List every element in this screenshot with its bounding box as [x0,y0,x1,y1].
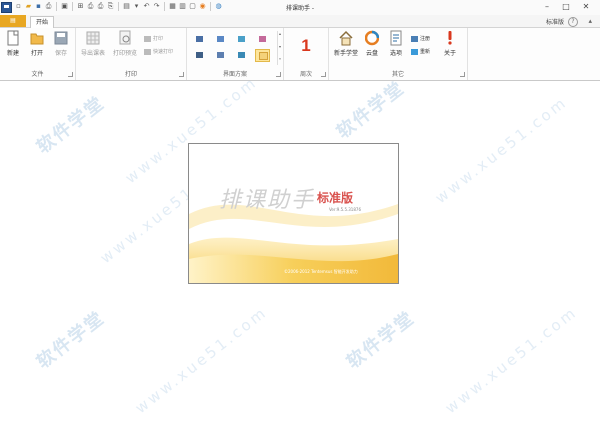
scheme-swatch [259,36,266,42]
cloud-label: 云盘 [365,50,378,57]
cloud-disk-icon [365,30,379,46]
watermark-url: www.xue51.com [431,92,571,208]
watermark-url: www.xue51.com [441,302,581,418]
file-menu-button[interactable]: ▤ [0,15,26,27]
house-icon [339,30,353,46]
other-group: 新手学堂 云盘 选项 注册 重新 关于 其它 [329,28,468,80]
new-button[interactable]: 新建 [2,30,24,64]
splash-app-title: 排课助手 [219,188,316,213]
quick-print-button[interactable]: 快速打印 [144,48,173,57]
watermark-text: 软件学堂 [32,307,109,374]
export-table-icon [86,31,100,45]
scheme-swatch [217,36,224,42]
print-label: 打印 [153,36,164,42]
update-icon [411,48,418,55]
minimize-button[interactable]: – [540,1,554,13]
scheme-option-7[interactable] [235,50,248,61]
about-button[interactable]: 关于 [439,30,461,64]
options-icon [390,30,402,46]
ribbon-collapse-icon[interactable]: ▴ [588,17,592,25]
watermark-url: www.xue51.com [131,302,271,418]
scheme-group: ▴ ▾ ▿ 界面方案 [187,28,284,80]
title-bar: ▫ ▰ ▪ ⎙ ▣ ⊞ ⎙ ⎙ ⎘ ▤ ▾ ↶ ↷ ▦ ▥ ▢ ◉ ◍ 排课助手… [0,0,600,16]
scheme-option-1[interactable] [193,34,206,45]
edition-label: 标准版 [545,19,564,26]
quick-print-label: 快速打印 [153,49,174,55]
window-title: 排课助手 - [285,5,315,12]
scheme-swatch [217,52,224,58]
scheme-swatch [196,36,203,42]
splash-screen: 排课助手 标准版 Ver:9.5.5.31876 ©2006-2012 Tent… [188,143,399,284]
watermark-text: 软件学堂 [342,307,419,374]
open-label: 打开 [30,50,43,57]
tab-start[interactable]: 开始 [30,16,54,28]
exclamation-icon [448,31,452,45]
update-label: 重新 [420,49,431,55]
options-label: 选项 [389,50,402,57]
folder-icon [30,33,44,45]
scheme-option-6[interactable] [214,50,227,61]
cloud-button[interactable]: 云盘 [361,30,383,64]
scheme-swatch [196,52,203,58]
scheme-group-launcher[interactable] [276,72,281,77]
scheme-swatch [238,52,245,58]
export-table-label: 导出课表 [80,50,105,57]
print-button[interactable]: 打印 [144,35,163,44]
print-preview-button[interactable]: 打印预览 [112,30,138,64]
file-group-launcher[interactable] [68,72,73,77]
print-preview-icon [119,30,131,45]
register-label: 注册 [420,36,431,42]
print-group-launcher[interactable] [179,72,184,77]
print-group-label: 打印 [124,71,137,78]
save-label: 保存 [54,50,67,57]
week-group: 1 周次 [284,28,329,80]
help-icon[interactable]: ? [568,17,578,27]
file-group-label: 文件 [31,71,44,78]
week-group-launcher[interactable] [321,72,326,77]
ribbon-tabs: ▤ 开始 标准版 ? ▴ [0,15,600,28]
print-preview-label: 打印预览 [112,50,137,57]
about-label: 关于 [443,50,456,57]
ribbon: 新建 打开 保存 文件 导出课表 打印预览 打印 快速打印 打印 ▴ ▾ ▿ 界… [0,28,600,81]
file-group: 新建 打开 保存 文件 [0,28,76,80]
other-group-launcher[interactable] [460,72,465,77]
splash-copyright: ©2006-2012 Tentemsus 智能开发助力 [284,269,358,274]
scheme-option-5[interactable] [193,50,206,61]
open-button[interactable]: 打开 [26,30,48,64]
new-file-icon [7,30,19,46]
beginner-button[interactable]: 新手学堂 [333,30,359,64]
save-disk-icon [54,31,68,45]
scheme-option-2[interactable] [214,34,227,45]
scheme-option-3[interactable] [235,34,248,45]
register-icon [411,35,418,42]
scheme-option-8-selected[interactable] [255,49,270,62]
watermark-text: 软件学堂 [332,77,409,144]
other-group-label: 其它 [391,71,404,78]
close-button[interactable]: ✕ [579,1,593,13]
printer-icon [144,35,151,42]
week-number[interactable]: 1 [284,36,328,56]
new-label: 新建 [6,50,19,57]
maximize-button[interactable]: □ [559,1,573,13]
splash-version: Ver:9.5.5.31876 [329,207,361,212]
save-button[interactable]: 保存 [50,30,72,64]
register-button[interactable]: 注册 [411,35,430,44]
scheme-gallery-scroll[interactable]: ▴ ▾ ▿ [277,31,283,65]
splash-edition: 标准版 [317,191,354,205]
options-button[interactable]: 选项 [385,30,407,64]
watermark-text: 软件学堂 [32,92,109,159]
export-table-button[interactable]: 导出课表 [80,30,106,64]
update-button[interactable]: 重新 [411,48,430,57]
print-group: 导出课表 打印预览 打印 快速打印 打印 [76,28,187,80]
quick-printer-icon [144,48,151,55]
beginner-label: 新手学堂 [333,50,358,57]
scheme-swatch [238,36,245,42]
scheme-group-label: 界面方案 [222,71,247,78]
scheme-option-4[interactable] [256,34,269,45]
scheme-swatch [259,52,268,60]
